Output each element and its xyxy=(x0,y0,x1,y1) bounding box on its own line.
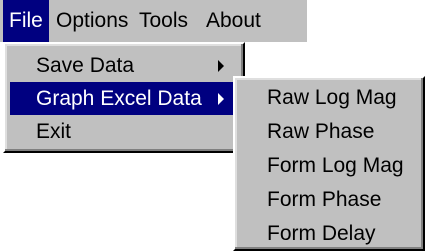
menu-item-graph-excel-data[interactable]: Graph Excel Data xyxy=(10,82,238,115)
menu-bar: File Options Tools About xyxy=(0,0,307,42)
menu-item-exit[interactable]: Exit xyxy=(10,115,238,148)
submenu-item-label: Raw Log Mag xyxy=(267,86,397,109)
menu-tools[interactable]: Tools xyxy=(133,0,194,42)
submenu-item-form-phase[interactable]: Form Phase xyxy=(239,183,419,217)
graph-excel-data-submenu: Raw Log Mag Raw Phase Form Log Mag Form … xyxy=(233,76,425,251)
submenu-item-raw-log-mag[interactable]: Raw Log Mag xyxy=(239,81,419,115)
submenu-item-label: Raw Phase xyxy=(267,120,375,143)
submenu-arrow-icon xyxy=(218,60,224,72)
menu-about[interactable]: About xyxy=(200,0,267,42)
menu-item-label: Save Data xyxy=(36,54,135,77)
submenu-item-label: Form Log Mag xyxy=(267,154,404,177)
menu-item-label: Exit xyxy=(36,120,72,143)
submenu-item-form-delay[interactable]: Form Delay xyxy=(239,217,419,251)
submenu-item-label: Form Phase xyxy=(267,188,382,211)
menu-item-label: Graph Excel Data xyxy=(36,87,202,110)
submenu-item-form-log-mag[interactable]: Form Log Mag xyxy=(239,149,419,183)
submenu-arrow-icon xyxy=(218,93,224,105)
menu-item-save-data[interactable]: Save Data xyxy=(10,49,238,82)
menu-options[interactable]: Options xyxy=(50,0,134,42)
submenu-item-raw-phase[interactable]: Raw Phase xyxy=(239,115,419,149)
menu-file[interactable]: File xyxy=(3,0,49,42)
file-dropdown-menu: Save Data Graph Excel Data Exit xyxy=(3,42,245,153)
submenu-item-label: Form Delay xyxy=(267,222,376,245)
